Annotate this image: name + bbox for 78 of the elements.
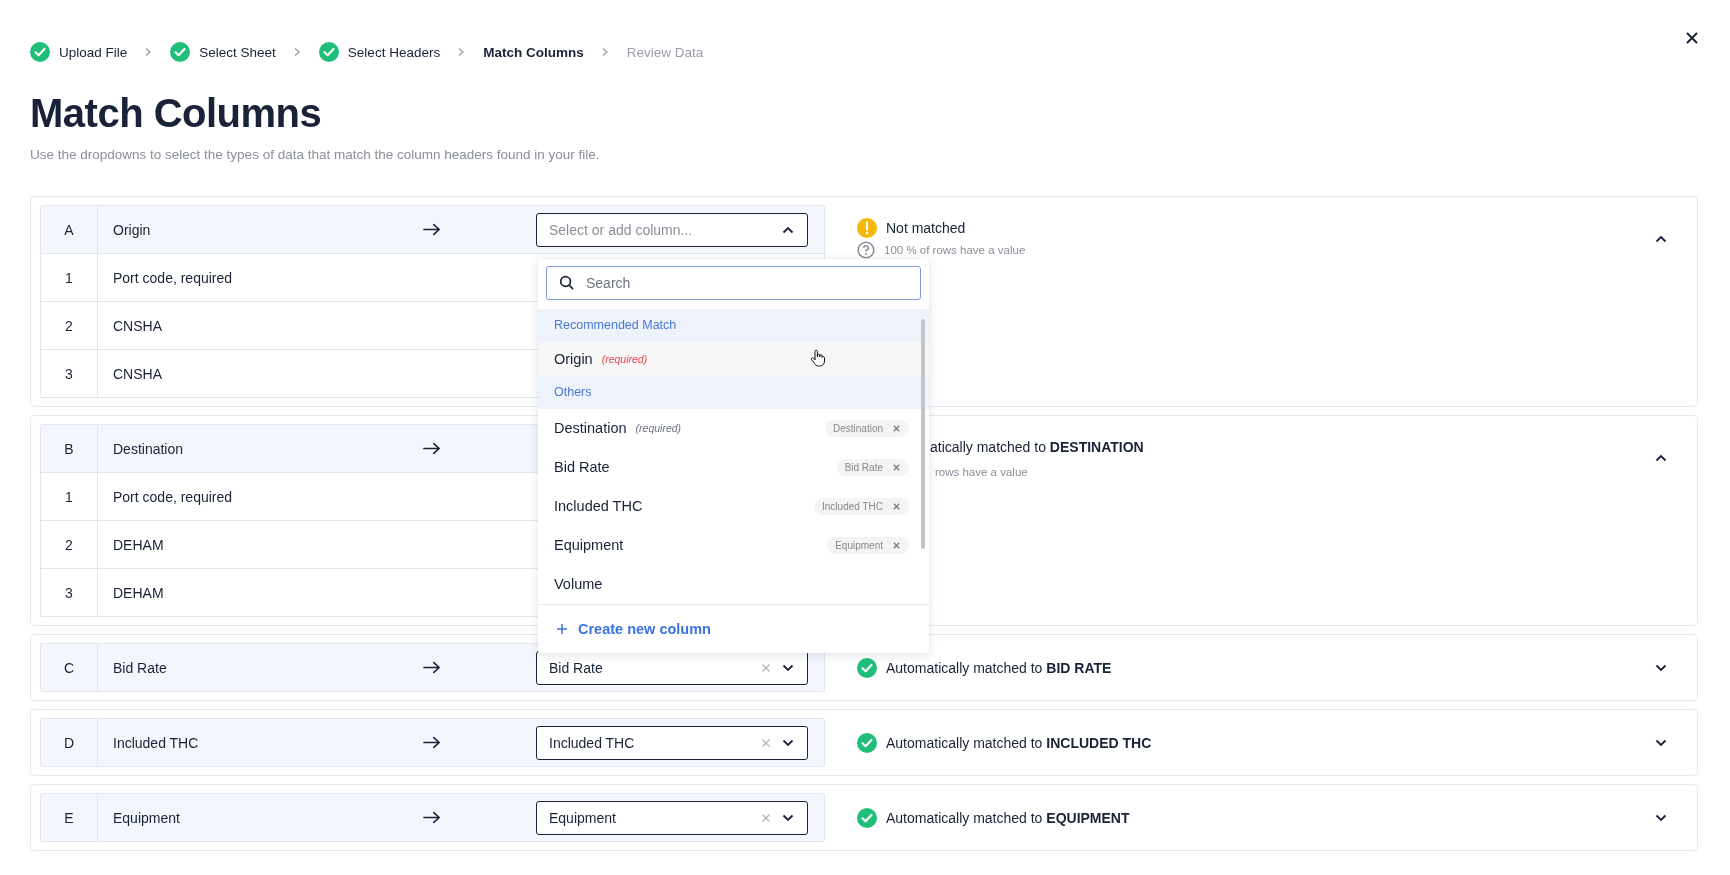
step-label[interactable]: Upload File (59, 44, 128, 60)
fill-rate-text: rows have a value (935, 466, 1028, 478)
remove-icon[interactable] (892, 501, 901, 511)
match-status: Automatically matched to INCLUDED THC (886, 734, 1152, 751)
remove-icon[interactable] (892, 423, 901, 433)
match-status: Automatically matched to BID RATE (886, 659, 1112, 676)
plus-icon (556, 622, 568, 635)
column-name: Included THC (112, 734, 200, 751)
table-cell-text: Port code, required (112, 269, 234, 286)
close-icon[interactable] (1686, 32, 1698, 44)
create-column-link[interactable]: Create new column (538, 603, 929, 653)
match-status: atically matched to DESTINATION (930, 439, 1144, 455)
chevron-down-icon[interactable] (1655, 663, 1667, 672)
table-cell-text: CNSHA (112, 317, 163, 334)
arrow-right-icon (423, 223, 441, 236)
table-cell-text: DEHAM (112, 536, 165, 553)
column-letter: C (41, 644, 98, 691)
chevron-down-icon[interactable] (1655, 813, 1667, 822)
column-select[interactable]: Equipment (536, 800, 808, 835)
page-title: Match Columns (30, 90, 323, 137)
column-name: Equipment (112, 809, 181, 826)
search-field[interactable]: Search (546, 265, 921, 300)
column-letter: D (41, 719, 98, 766)
dropdown-option[interactable]: Equipment Equipment (538, 525, 929, 565)
tag-label: Equipment (835, 539, 883, 551)
dropdown-option[interactable]: Bid Rate Bid Rate (538, 447, 929, 487)
tag-label: Bid Rate (844, 461, 883, 473)
chevron-up-icon[interactable] (1655, 454, 1667, 462)
hand-cursor-icon (810, 348, 826, 367)
group-heading: Recommended Match (538, 308, 929, 342)
option-label: Origin (554, 350, 593, 367)
dropdown-option[interactable]: Destination (required) Destination (538, 408, 929, 448)
table-cell-text: CNSHA (112, 365, 163, 382)
chevron-down-icon[interactable] (782, 663, 794, 672)
column-letter: E (41, 794, 98, 841)
fill-rate-text: 100 % of rows have a value (884, 244, 1026, 256)
option-label: Included THC (554, 498, 643, 514)
chevron-up-icon[interactable] (782, 225, 794, 234)
page-subtitle: Use the dropdowns to select the types of data that match the column headers found in your file. (30, 147, 601, 162)
row-number: 3 (41, 350, 98, 397)
dropdown-option[interactable]: Included THC Included THC (538, 486, 929, 526)
tag-label: Included THC (822, 500, 883, 512)
option-label: Bid Rate (554, 459, 610, 475)
chevron-down-icon[interactable] (1655, 738, 1667, 747)
arrow-right-icon (423, 661, 441, 674)
dropdown-option[interactable]: Origin (required) (538, 341, 929, 376)
step-label[interactable]: Select Sheet (199, 44, 276, 60)
group-heading: Others (538, 375, 929, 409)
table-cell-text: Port code, required (112, 488, 234, 505)
option-label: Equipment (554, 537, 624, 553)
table-cell-text: DEHAM (112, 584, 165, 601)
step-label[interactable]: Select Headers (347, 44, 441, 60)
arrow-right-icon (423, 811, 441, 824)
arrow-right-icon (423, 442, 441, 455)
match-status: Automatically matched to EQUIPMENT (886, 809, 1130, 826)
search-icon (559, 275, 574, 290)
required-note: (required) (601, 352, 648, 365)
column-name: Destination (112, 440, 185, 457)
dropdown-option[interactable]: Volume (538, 564, 929, 604)
chevron-down-icon[interactable] (782, 813, 794, 822)
match-status: Not matched (886, 220, 966, 236)
row-number: 3 (41, 569, 98, 616)
column-name: Bid Rate (112, 659, 168, 676)
step-label[interactable]: Match Columns (483, 44, 584, 60)
column-name: Origin (112, 221, 152, 238)
chevron-down-icon[interactable] (782, 738, 794, 747)
scrollbar[interactable] (921, 318, 925, 549)
column-select[interactable]: Included THC (536, 725, 808, 760)
chevron-up-icon[interactable] (1655, 235, 1667, 243)
remove-icon[interactable] (892, 540, 901, 550)
arrow-right-icon (423, 736, 441, 749)
tag-label: Destination (832, 422, 883, 434)
required-note: (required) (635, 422, 682, 434)
option-label: Volume (554, 576, 603, 592)
search-input[interactable]: Search (586, 274, 908, 291)
option-label: Destination (554, 420, 627, 436)
remove-icon[interactable] (892, 462, 901, 472)
help-icon[interactable] (857, 241, 875, 259)
